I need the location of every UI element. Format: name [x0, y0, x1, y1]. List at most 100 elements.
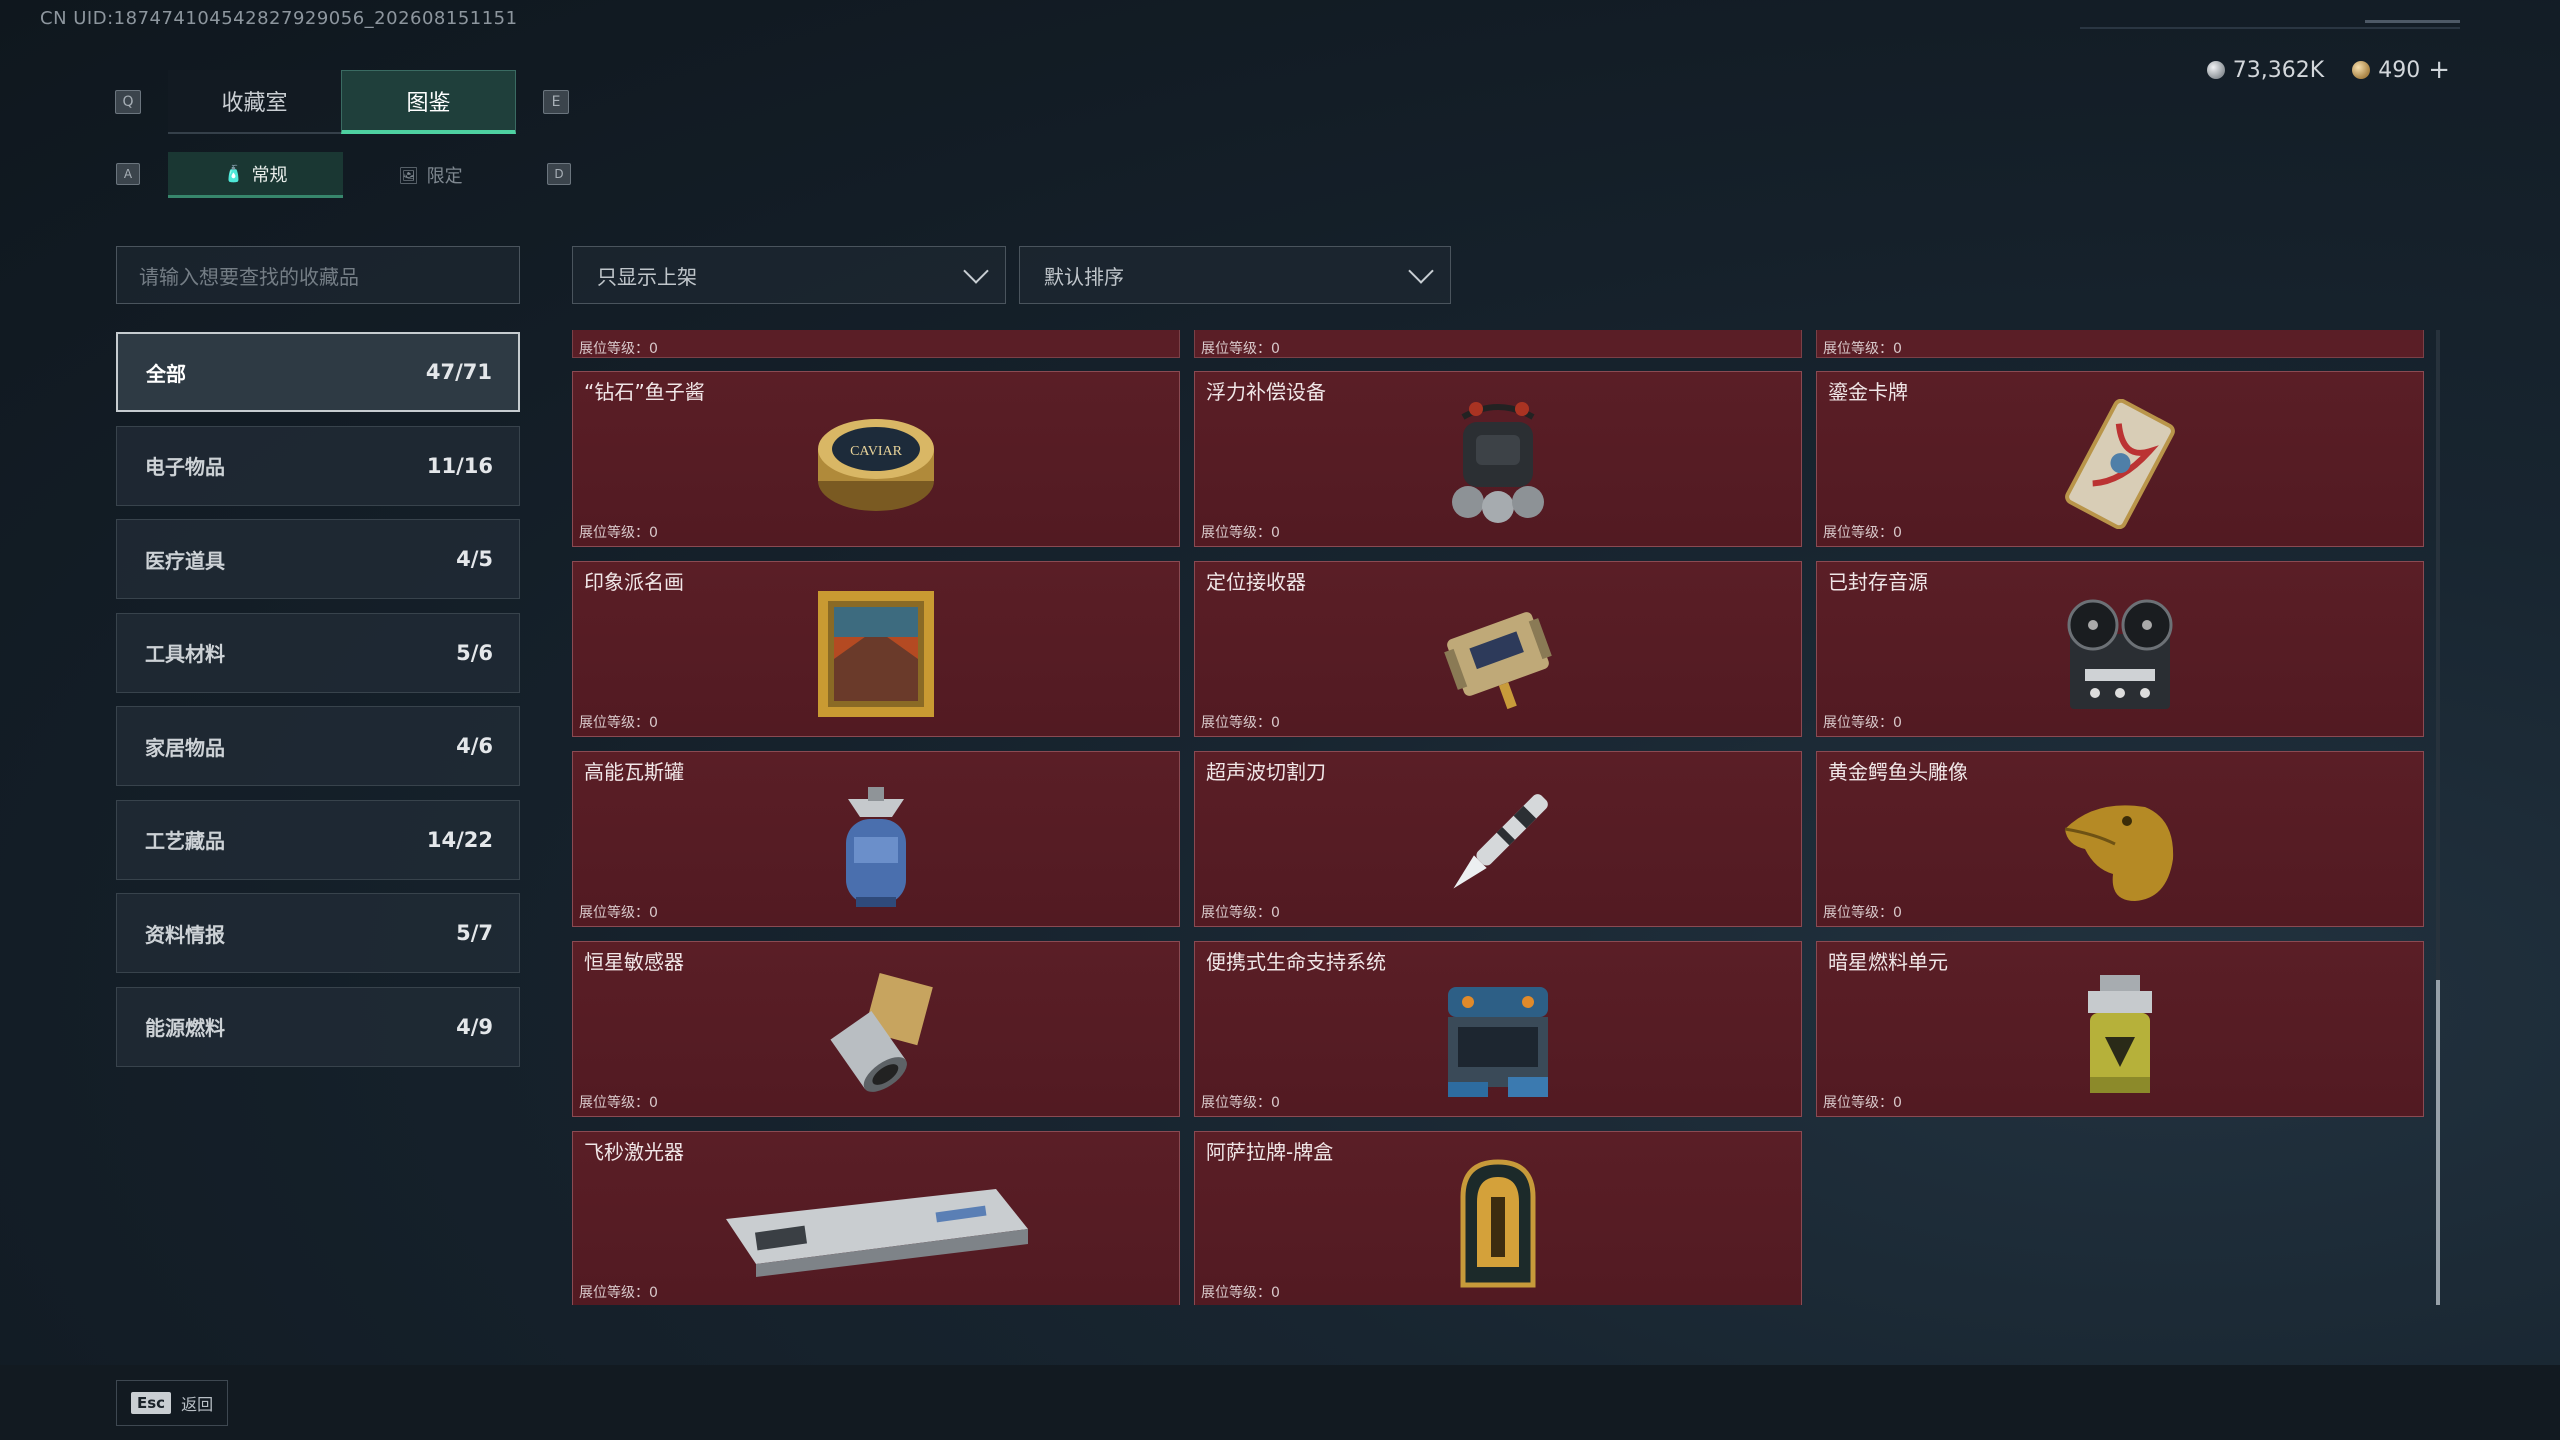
item-name: 阿萨拉牌-牌盒 [1206, 1140, 1334, 1164]
category-count: 5/6 [456, 640, 493, 665]
booth-level: 展位等级：0 [1201, 1095, 1280, 1111]
svg-text:CAVIAR: CAVIAR [850, 444, 903, 459]
back-label: 返回 [181, 1395, 214, 1414]
category-list: 全部 47/71 电子物品 11/16 医疗道具 4/5 工具材料 5/6 家居物品 4/… [116, 332, 520, 1080]
tab-codex[interactable]: 图鉴 [341, 70, 516, 134]
category-label: 家居物品 [145, 735, 225, 760]
item-card[interactable]: 高能瓦斯罐 展位等级：0 [572, 751, 1180, 927]
item-card[interactable]: 便携式生命支持系统 展位等级：0 [1194, 941, 1802, 1117]
partial-card[interactable]: 展位等级：0 [1194, 330, 1802, 358]
booth-level: 展位等级：0 [1201, 1285, 1280, 1301]
booth-level: 展位等级：0 [579, 905, 658, 921]
laser-icon [716, 1154, 1036, 1294]
category-energy[interactable]: 能源燃料 4/9 [116, 986, 520, 1067]
category-count: 47/71 [425, 360, 492, 384]
item-name: 恒星敏感器 [584, 950, 684, 974]
uid-text: CN UID:1874741045428279290­56_2026081511… [40, 8, 518, 29]
category-all[interactable]: 全部 47/71 [116, 332, 520, 412]
item-name: 已封存音源 [1828, 570, 1928, 594]
shelf-filter-dropdown[interactable]: 只显示上架 [572, 246, 1006, 304]
item-card[interactable]: 超声波切割刀 展位等级：0 [1194, 751, 1802, 927]
category-intel[interactable]: 资料情报 5/7 [116, 893, 520, 973]
booth-level: 展位等级：0 [1823, 341, 1902, 357]
category-count: 11/16 [426, 453, 493, 478]
item-card[interactable]: 飞秒激光器 展位等级：0 [572, 1131, 1180, 1305]
category-label: 全部 [146, 361, 186, 386]
item-card[interactable]: 恒星敏感器 展位等级：0 [572, 941, 1180, 1117]
booth-level: 展位等级：0 [579, 341, 658, 357]
buoyancy-device-icon [1398, 394, 1598, 534]
item-card[interactable]: 已封存音源 展位等级：0 [1816, 561, 2424, 737]
gas-canister-icon [776, 774, 976, 914]
bottle-icon: 🧴 [223, 164, 244, 183]
silver-currency: 73,362K [2206, 58, 2324, 83]
painting-icon [776, 584, 976, 724]
booth-level: 展位等级：0 [1201, 341, 1280, 357]
life-support-icon [1398, 964, 1598, 1104]
reel-recorder-icon [2020, 584, 2220, 724]
booth-level: 展位等级：0 [579, 1285, 658, 1301]
item-card[interactable]: 浮力补偿设备 展位等级：0 [1194, 371, 1802, 547]
fuel-cell-icon [2020, 964, 2220, 1104]
item-card[interactable]: 暗星燃料单元 展位等级：0 [1816, 941, 2424, 1117]
booth-level: 展位等级：0 [1823, 525, 1902, 541]
card-box-icon [1398, 1154, 1598, 1294]
gilded-card-icon [2020, 394, 2220, 534]
item-grid-viewport[interactable]: 展位等级：0 展位等级：0 展位等级：0 “钻石”鱼子酱 CAVIAR 展位等级… [572, 330, 2424, 1305]
currency-bar: 73,362K 490 + [2080, 50, 2460, 90]
category-tools[interactable]: 工具材料 5/6 [116, 612, 520, 693]
category-crafts[interactable]: 工艺藏品 14/22 [116, 799, 520, 880]
star-sensor-icon [776, 964, 976, 1104]
category-household[interactable]: 家居物品 4/6 [116, 706, 520, 786]
sort-dropdown[interactable]: 默认排序 [1019, 246, 1451, 304]
item-card[interactable]: 印象派名画 展位等级：0 [572, 561, 1180, 737]
key-hint-a: A [116, 163, 140, 185]
category-label: 工艺藏品 [145, 829, 225, 853]
back-button[interactable]: Esc 返回 [116, 1380, 228, 1426]
gold-coin-icon [2352, 61, 2371, 79]
chevron-down-icon [963, 258, 989, 284]
item-card[interactable]: 定位接收器 展位等级：0 [1194, 561, 1802, 737]
tab-limited[interactable]: 🖼 限定 [343, 152, 518, 198]
item-card[interactable]: “钻石”鱼子酱 CAVIAR 展位等级：0 [572, 371, 1180, 547]
chevron-down-icon [1408, 258, 1434, 284]
booth-level: 展位等级：0 [579, 715, 658, 731]
booth-level: 展位等级：0 [1201, 525, 1280, 541]
item-card[interactable]: 黄金鳄鱼头雕像 展位等级：0 [1816, 751, 2424, 927]
item-name: 超声波切割刀 [1206, 760, 1326, 784]
item-card[interactable]: 鎏金卡牌 展位等级：0 [1816, 371, 2424, 547]
item-name: 黄金鳄鱼头雕像 [1828, 760, 1968, 784]
tab-regular[interactable]: 🧴 常规 [168, 152, 343, 198]
cutter-icon [1398, 774, 1598, 914]
item-name: 暗星燃料单元 [1828, 950, 1948, 974]
category-count: 5/7 [456, 921, 493, 945]
crocodile-statue-icon [2020, 774, 2220, 914]
search-input[interactable]: 请输入想要查找的收藏品 [116, 246, 520, 304]
esc-key-hint: Esc [131, 1392, 172, 1414]
picture-icon: 🖼 [398, 165, 419, 185]
partial-card[interactable]: 展位等级：0 [572, 330, 1180, 358]
category-medical[interactable]: 医疗道具 4/5 [116, 519, 520, 599]
booth-level: 展位等级：0 [1201, 715, 1280, 731]
tab-regular-label: 常规 [251, 164, 288, 186]
category-count: 4/5 [456, 547, 493, 571]
grid-scrollbar-thumb[interactable] [2436, 980, 2440, 1305]
item-grid: “钻石”鱼子酱 CAVIAR 展位等级：0 浮力补偿设备 展位等级：0 鎏金卡牌… [572, 371, 2424, 1305]
category-count: 14/22 [426, 827, 493, 852]
item-name: 定位接收器 [1206, 570, 1306, 594]
item-card[interactable]: 阿萨拉牌-牌盒 展位等级：0 [1194, 1131, 1802, 1305]
category-electronics[interactable]: 电子物品 11/16 [116, 425, 520, 506]
tab-limited-label: 限定 [426, 166, 463, 187]
shelf-filter-value: 只显示上架 [597, 264, 697, 289]
booth-level: 展位等级：0 [579, 525, 658, 541]
footer-bar [0, 1365, 2560, 1440]
key-hint-e: E [543, 90, 569, 114]
item-name: 飞秒激光器 [584, 1140, 684, 1164]
tab-collection-room[interactable]: 收藏室 [168, 70, 341, 134]
sort-value: 默认排序 [1044, 264, 1124, 289]
add-currency-button[interactable]: + [2428, 55, 2450, 85]
item-name: 印象派名画 [584, 570, 684, 594]
partial-card[interactable]: 展位等级：0 [1816, 330, 2424, 358]
top-accent [2365, 20, 2460, 23]
category-count: 4/9 [456, 1014, 493, 1039]
